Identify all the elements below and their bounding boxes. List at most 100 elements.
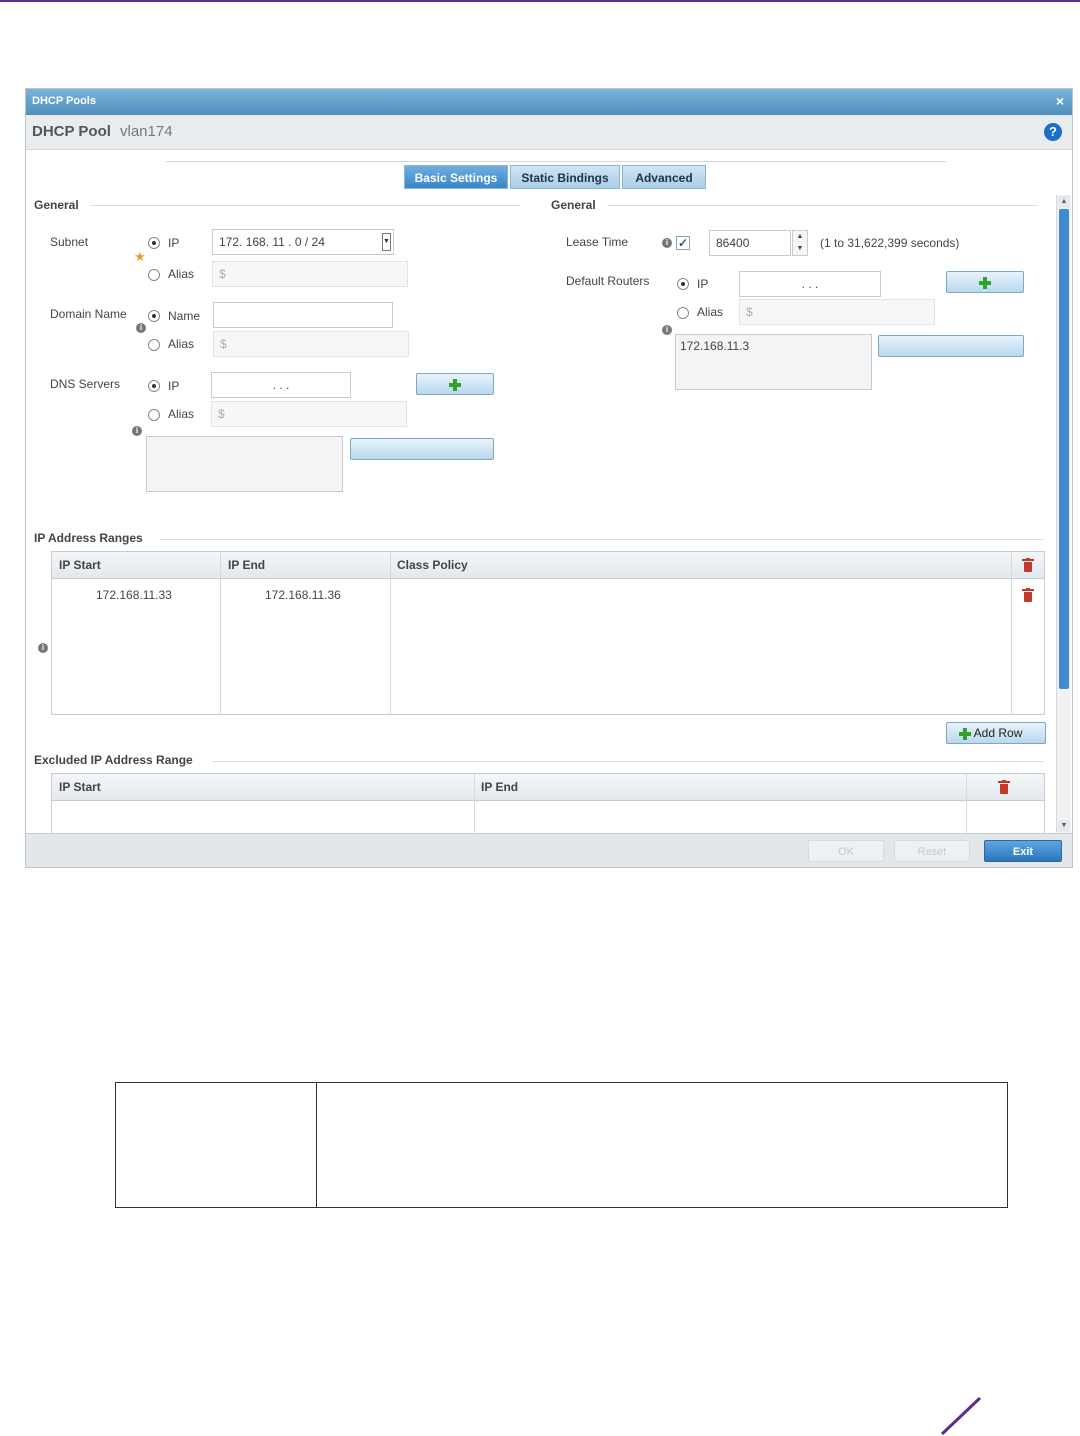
domain-name-radio[interactable] (148, 310, 160, 322)
exit-button[interactable]: Exit (984, 840, 1062, 862)
lease-time-checkbox[interactable]: ✓ (676, 236, 690, 250)
scroll-down-icon[interactable]: ▼ (1058, 820, 1070, 832)
dialog-titlebar: DHCP Pools × (26, 89, 1072, 115)
row-ip-end[interactable]: 172.168.11.36 (265, 588, 341, 602)
scrollbar-thumb[interactable] (1059, 209, 1069, 689)
ip-ranges-header: IP Start IP End Class Policy (52, 552, 1044, 579)
domain-name-info-icon: i (136, 323, 146, 333)
default-routers-list[interactable]: 172.168.11.3 (675, 334, 872, 390)
subnet-dropdown-icon[interactable]: ▼ (382, 233, 391, 251)
routers-remove-button[interactable] (878, 335, 1024, 357)
dialog-footer: OK Reset Exit (26, 833, 1072, 867)
dialog-title: DHCP Pools (32, 95, 96, 107)
col-excluded-ip-end: IP End (481, 780, 519, 794)
header-label: DHCP Pool (32, 123, 111, 140)
col-ip-end: IP End (228, 558, 266, 572)
add-icon (449, 378, 461, 391)
lease-time-hint: (1 to 31,622,399 seconds) (820, 236, 960, 250)
delete-all-icon[interactable] (998, 780, 1010, 794)
dhcp-pools-dialog: DHCP Pools × DHCP Pool vlan174 ? Basic S… (25, 88, 1073, 868)
dns-alias-radio[interactable] (148, 409, 160, 421)
excluded-ranges-title: Excluded IP Address Range (34, 753, 193, 767)
routers-ip-radio[interactable] (677, 278, 689, 290)
right-general-title: General (551, 198, 596, 212)
domain-alias-radio[interactable] (148, 339, 160, 351)
tab-advanced[interactable]: Advanced (622, 165, 706, 189)
page-top-rule (0, 0, 1080, 2)
scroll-up-icon[interactable]: ▲ (1058, 196, 1070, 208)
dns-add-button[interactable] (416, 373, 494, 395)
subnet-ip-radio[interactable] (148, 237, 160, 249)
excluded-ranges-rule (212, 761, 1044, 762)
dns-remove-button[interactable] (350, 438, 494, 460)
default-routers-label: Default Routers (566, 274, 650, 288)
routers-ip-label: IP (697, 277, 709, 291)
col-excluded-ip-start: IP Start (59, 780, 101, 794)
subnet-alias-field[interactable]: $ (212, 261, 408, 287)
dns-ip-label: IP (168, 379, 180, 393)
default-router-entry[interactable]: 172.168.11.3 (680, 339, 749, 353)
dns-alias-label: Alias (168, 407, 195, 421)
subnet-ip-label: IP (168, 236, 180, 250)
dns-servers-label: DNS Servers (50, 377, 121, 391)
delete-all-icon[interactable] (1022, 558, 1034, 572)
col-divider (1011, 552, 1012, 714)
add-row-label: Add Row (973, 726, 1023, 740)
routers-alias-label: Alias (697, 305, 724, 319)
reset-button[interactable]: Reset (894, 840, 970, 862)
vertical-scrollbar[interactable]: ▲ ▼ (1056, 195, 1071, 833)
col-ip-start: IP Start (59, 558, 101, 572)
dns-servers-list[interactable] (146, 436, 343, 492)
lease-time-info-icon: i (662, 238, 672, 248)
close-icon[interactable]: × (1056, 93, 1064, 109)
ip-ranges-rule (160, 539, 1044, 540)
dns-alias-field[interactable]: $ (211, 401, 407, 427)
left-general-title: General (34, 198, 79, 212)
domain-alias-field[interactable]: $ (213, 331, 409, 357)
excluded-header: IP Start IP End (52, 774, 1044, 801)
domain-name-field[interactable] (213, 302, 393, 328)
left-general-rule (90, 205, 520, 206)
tab-rule (166, 161, 946, 162)
ip-ranges-table: IP Start IP End Class Policy 172.168.11.… (51, 551, 1045, 715)
ok-button[interactable]: OK (808, 840, 884, 862)
routers-info-icon: i (662, 325, 672, 335)
dialog-header: DHCP Pool vlan174 ? (26, 115, 1072, 150)
stepper-up-icon[interactable]: ▲ (793, 231, 807, 243)
subnet-label: Subnet (50, 235, 89, 249)
pool-name: vlan174 (120, 123, 173, 140)
required-star-icon: ★ (134, 249, 146, 264)
row-ip-start[interactable]: 172.168.11.33 (96, 588, 172, 602)
domain-name-label: Domain Name (50, 307, 127, 321)
ip-ranges-info-icon: i (38, 643, 48, 653)
add-icon (959, 727, 971, 740)
ip-ranges-title: IP Address Ranges (34, 531, 143, 545)
tab-static-bindings[interactable]: Static Bindings (510, 165, 620, 189)
stepper-down-icon[interactable]: ▼ (793, 243, 807, 255)
subnet-ip-field[interactable]: 172. 168. 11 . 0 / 24 (212, 229, 394, 255)
subnet-alias-label: Alias (168, 267, 195, 281)
lease-time-field[interactable]: 86400 (709, 230, 791, 256)
tab-basic-settings[interactable]: Basic Settings (404, 165, 508, 189)
lease-time-label: Lease Time (566, 235, 629, 249)
add-icon (979, 276, 991, 289)
right-general-rule (608, 205, 1038, 206)
subnet-alias-radio[interactable] (148, 269, 160, 281)
lease-time-stepper[interactable]: ▲ ▼ (792, 230, 808, 256)
domain-alias-label: Alias (168, 337, 195, 351)
routers-add-button[interactable] (946, 271, 1024, 293)
dns-info-icon: i (132, 426, 142, 436)
help-icon[interactable]: ? (1044, 123, 1062, 141)
dns-ip-radio[interactable] (148, 380, 160, 392)
table-divider (316, 1083, 317, 1207)
add-row-button[interactable]: Add Row (946, 722, 1046, 744)
delete-row-icon[interactable] (1022, 588, 1034, 602)
routers-ip-field[interactable]: . . . (739, 271, 881, 297)
col-divider (220, 552, 221, 714)
brand-slash-icon (940, 1396, 982, 1436)
dns-ip-field[interactable]: . . . (211, 372, 351, 398)
routers-alias-field[interactable]: $ (739, 299, 935, 325)
col-divider (390, 552, 391, 714)
col-class-policy: Class Policy (397, 558, 468, 572)
routers-alias-radio[interactable] (677, 307, 689, 319)
